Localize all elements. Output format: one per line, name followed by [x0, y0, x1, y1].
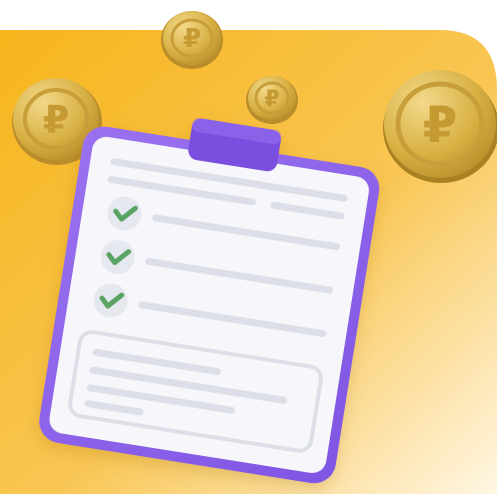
ruble-icon: ₽ — [264, 87, 279, 112]
coin-right: ₽ — [383, 70, 497, 183]
ruble-icon: ₽ — [423, 96, 458, 154]
finance-checklist-illustration: ₽ ₽ ₽ ₽ — [0, 0, 497, 494]
coin-small: ₽ — [246, 76, 298, 124]
illustration-canvas: ₽ ₽ ₽ ₽ — [0, 11, 497, 494]
ruble-icon: ₽ — [43, 98, 69, 142]
ruble-icon: ₽ — [183, 24, 201, 54]
coin-top: ₽ — [161, 11, 223, 69]
